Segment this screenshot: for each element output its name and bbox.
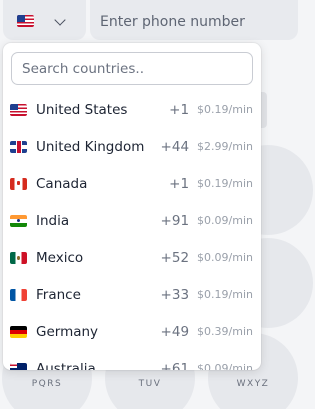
flag-us-icon [17,15,34,27]
country-option-us[interactable]: United States +1 $0.19/min [3,91,261,128]
search-wrapper [3,43,261,91]
dial-code: +1 [169,175,190,192]
country-list: United States +1 $0.19/min United Kingdo… [3,91,261,370]
country-selector[interactable] [3,0,86,40]
key-letters: TUV [138,379,162,389]
flag-fr-icon [10,288,27,301]
phone-number-input[interactable] [90,0,298,40]
dial-code: +91 [160,212,190,229]
country-name: India [36,212,70,229]
flag-au-icon [10,362,27,370]
flag-gb-icon [10,140,27,153]
dial-code: +33 [160,286,190,303]
country-name: Australia [36,360,96,371]
call-rate: $0.09/min [197,214,253,227]
flag-de-icon [10,325,27,338]
call-rate: $0.39/min [197,325,253,338]
country-option-mx[interactable]: Mexico +52 $0.09/min [3,239,261,276]
flag-mx-icon [10,251,27,264]
dialer-app: 7 PQRS 8 TUV 9 WXYZ United States +1 $0.… [0,0,315,409]
country-name: Canada [36,175,88,192]
country-dropdown: United States +1 $0.19/min United Kingdo… [3,43,261,370]
country-option-de[interactable]: Germany +49 $0.39/min [3,313,261,350]
call-rate: $0.09/min [197,251,253,264]
country-name: United States [36,101,128,118]
key-letters: PQRS [31,379,63,389]
dial-code: +49 [160,323,190,340]
flag-in-icon [10,214,27,227]
call-rate: $0.09/min [197,362,253,370]
country-option-in[interactable]: India +91 $0.09/min [3,202,261,239]
dial-code: +44 [160,138,190,155]
country-name: France [36,286,81,303]
country-name: Mexico [36,249,84,266]
call-rate: $2.99/min [197,140,253,153]
call-rate: $0.19/min [197,288,253,301]
dial-code: +1 [169,101,190,118]
country-name: Germany [36,323,99,340]
flag-us-icon [10,103,27,116]
chevron-down-icon [54,14,66,26]
country-option-ca[interactable]: Canada +1 $0.19/min [3,165,261,202]
country-option-au[interactable]: Australia +61 $0.09/min [3,350,261,370]
flag-ca-icon [10,177,27,190]
country-option-fr[interactable]: France +33 $0.19/min [3,276,261,313]
country-name: United Kingdom [36,138,145,155]
dial-code: +61 [160,360,190,371]
call-rate: $0.19/min [197,177,253,190]
country-search-input[interactable] [11,52,253,85]
key-letters: WXYZ [236,379,270,389]
dial-code: +52 [160,249,190,266]
country-option-gb[interactable]: United Kingdom +44 $2.99/min [3,128,261,165]
call-rate: $0.19/min [197,103,253,116]
